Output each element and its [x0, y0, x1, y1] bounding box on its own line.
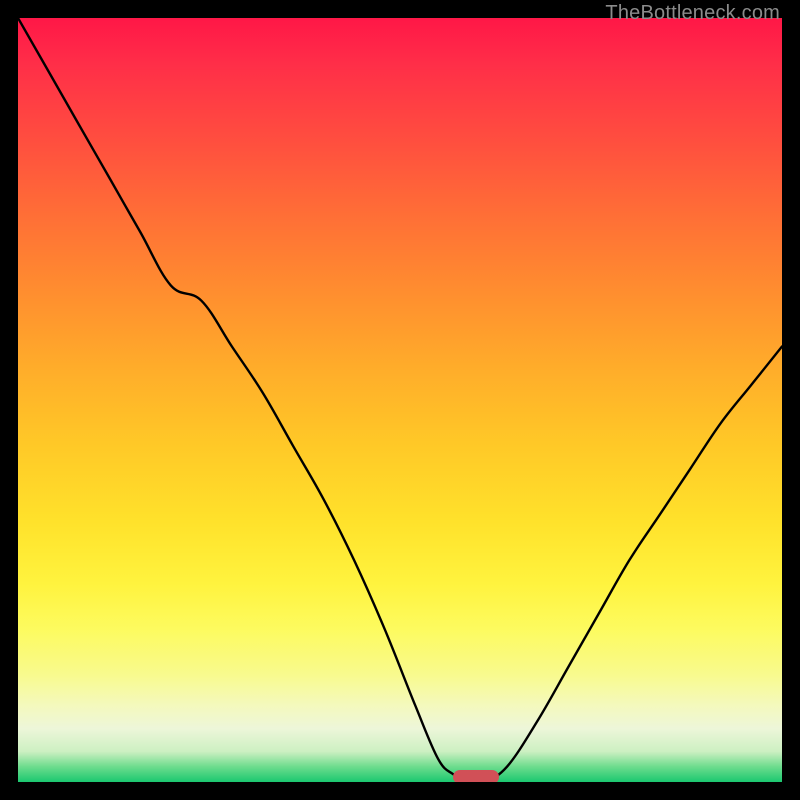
- watermark-label: TheBottleneck.com: [605, 2, 780, 25]
- plot-area: [18, 18, 782, 782]
- bottleneck-curve: [18, 18, 782, 782]
- curve-svg: [18, 18, 782, 782]
- chart-frame: TheBottleneck.com: [0, 0, 800, 800]
- optimal-zone-pill: [453, 770, 499, 782]
